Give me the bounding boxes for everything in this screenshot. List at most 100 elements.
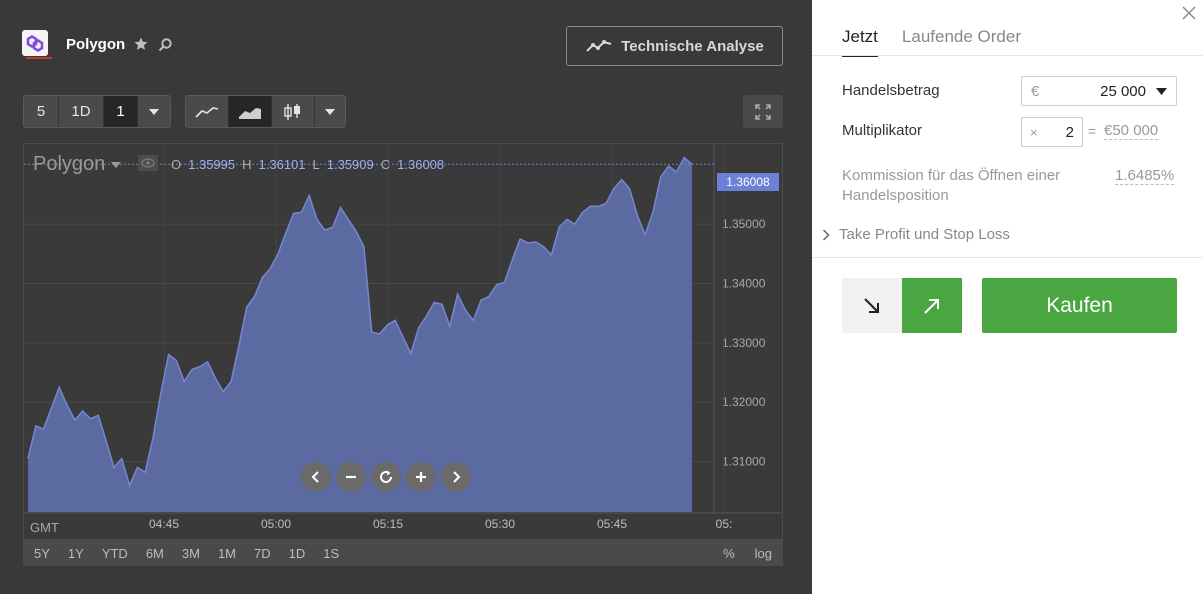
chevron-left-icon bbox=[311, 471, 319, 483]
range-7d-button[interactable]: 7D bbox=[254, 546, 271, 561]
asset-name: Polygon bbox=[66, 36, 126, 53]
amount-value: 25 000 bbox=[1100, 82, 1146, 100]
chevron-right-icon bbox=[822, 228, 830, 241]
technical-analysis-button[interactable]: Technische Analyse bbox=[566, 26, 783, 66]
y-tick-label: 1.32000 bbox=[722, 395, 766, 409]
eye-icon[interactable] bbox=[138, 155, 158, 171]
chart-symbol-selector[interactable]: Polygon bbox=[33, 153, 122, 176]
trade-panel: Jetzt Laufende Order Handelsbetrag € 25 … bbox=[812, 0, 1203, 594]
buy-button[interactable]: Kaufen bbox=[982, 278, 1177, 333]
candlestick-chart-icon bbox=[284, 103, 300, 120]
chevron-right-icon bbox=[453, 471, 461, 483]
ohlc-high-label: H bbox=[242, 157, 252, 172]
interval-1d-button[interactable]: 1D bbox=[59, 96, 104, 127]
line-chart-button[interactable] bbox=[186, 96, 229, 127]
expand-icon bbox=[755, 103, 771, 120]
x-tick-label: 04:45 bbox=[149, 517, 179, 531]
multiplier-input[interactable]: × 2 bbox=[1021, 117, 1083, 147]
section-divider bbox=[812, 257, 1203, 258]
multiplier-equals: = bbox=[1088, 123, 1097, 139]
timezone-label: GMT bbox=[30, 520, 59, 535]
minus-icon bbox=[346, 475, 356, 479]
arrow-up-right-icon bbox=[924, 298, 939, 314]
multiplier-total: €50 000 bbox=[1104, 122, 1159, 140]
fullscreen-button[interactable] bbox=[743, 95, 783, 128]
interval-5-button[interactable]: 5 bbox=[24, 96, 59, 127]
trend-icon bbox=[586, 40, 612, 52]
tab-pending-orders[interactable]: Laufende Order bbox=[902, 27, 1021, 57]
chevron-down-icon bbox=[1156, 87, 1167, 95]
line-chart-icon bbox=[195, 106, 219, 118]
interval-selector: 5 1D 1 bbox=[23, 95, 171, 128]
x-tick-label: 05:00 bbox=[261, 517, 291, 531]
multiplier-prefix: × bbox=[1030, 124, 1038, 140]
price-chart[interactable]: 1.35000 1.34000 1.33000 1.32000 1.31000 04:45… bbox=[23, 143, 783, 540]
ohlc-high-value: 1.36101 bbox=[258, 157, 306, 172]
interval-dropdown-button[interactable] bbox=[138, 96, 170, 127]
ohlc-open-label: O bbox=[171, 157, 182, 172]
chart-panel: Polygon Technische Analyse 5 1D 1 1.3500… bbox=[0, 0, 812, 594]
x-tick-label: 05:45 bbox=[597, 517, 627, 531]
percent-scale-button[interactable]: % bbox=[723, 546, 735, 561]
eye-glyph bbox=[141, 158, 155, 168]
search-icon[interactable] bbox=[157, 37, 173, 53]
current-price-tag: 1.36008 bbox=[717, 173, 779, 191]
refresh-icon bbox=[380, 470, 392, 483]
y-tick-label: 1.31000 bbox=[722, 455, 766, 469]
y-tick-label: 1.35000 bbox=[722, 217, 766, 231]
range-1d-button[interactable]: 1D bbox=[289, 546, 306, 561]
ohlc-close-value: 1.36008 bbox=[397, 157, 445, 172]
range-ytd-button[interactable]: YTD bbox=[102, 546, 128, 561]
range-selector: 5Y 1Y YTD 6M 3M 1M 7D 1D 1S % log bbox=[23, 540, 783, 566]
ohlc-open-value: 1.35995 bbox=[188, 157, 236, 172]
reset-zoom-button[interactable] bbox=[371, 462, 401, 492]
chevron-down-icon bbox=[111, 161, 122, 168]
area-chart-icon bbox=[239, 107, 261, 119]
take-profit-stop-loss-toggle[interactable]: Take Profit und Stop Loss bbox=[822, 226, 1010, 243]
tp-sl-label: Take Profit und Stop Loss bbox=[839, 226, 1010, 243]
close-icon[interactable] bbox=[1182, 6, 1196, 20]
x-tick-label: 05:15 bbox=[373, 517, 403, 531]
y-tick-label: 1.33000 bbox=[722, 336, 766, 350]
star-icon[interactable] bbox=[133, 36, 149, 52]
interval-1-button[interactable]: 1 bbox=[104, 96, 138, 127]
commission-label: Kommission für das Öffnen einer Handelsp… bbox=[842, 167, 1061, 204]
amount-select[interactable]: € 25 000 bbox=[1021, 76, 1177, 106]
range-1m-button[interactable]: 1M bbox=[218, 546, 236, 561]
commission-value: 1.6485% bbox=[1115, 167, 1175, 185]
zoom-controls bbox=[301, 462, 471, 492]
scroll-right-button[interactable] bbox=[441, 462, 471, 492]
trade-tabs: Jetzt Laufende Order bbox=[842, 27, 1021, 57]
area-chart-button[interactable] bbox=[229, 96, 272, 127]
chevron-down-icon bbox=[325, 108, 335, 115]
chevron-down-icon bbox=[149, 108, 159, 115]
zoom-in-button[interactable] bbox=[406, 462, 436, 492]
range-5y-button[interactable]: 5Y bbox=[34, 546, 50, 561]
sell-direction-button[interactable] bbox=[842, 278, 902, 333]
buy-direction-button[interactable] bbox=[902, 278, 962, 333]
amount-label: Handelsbetrag bbox=[842, 82, 940, 99]
range-6m-button[interactable]: 6M bbox=[146, 546, 164, 561]
x-tick-label: 05:30 bbox=[485, 517, 515, 531]
chart-symbol-label: Polygon bbox=[33, 153, 106, 175]
chart-type-dropdown-button[interactable] bbox=[315, 96, 345, 127]
multiplier-label: Multiplikator bbox=[842, 122, 923, 139]
arrow-down-right-icon bbox=[864, 297, 879, 313]
ohlc-low-value: 1.35909 bbox=[326, 157, 374, 172]
range-1y-button[interactable]: 1Y bbox=[68, 546, 84, 561]
x-tick-label: 05: bbox=[716, 517, 733, 531]
ohlc-close-label: C bbox=[380, 157, 391, 172]
tabs-divider bbox=[812, 55, 1203, 56]
log-scale-button[interactable]: log bbox=[755, 546, 772, 561]
range-1s-button[interactable]: 1S bbox=[323, 546, 339, 561]
polygon-logo bbox=[22, 30, 52, 59]
zoom-out-button[interactable] bbox=[336, 462, 366, 492]
plus-icon bbox=[416, 472, 426, 482]
multiplier-value: 2 bbox=[1065, 123, 1074, 141]
y-tick-label: 1.34000 bbox=[722, 276, 766, 290]
range-3m-button[interactable]: 3M bbox=[182, 546, 200, 561]
tab-now[interactable]: Jetzt bbox=[842, 27, 878, 57]
candlestick-chart-button[interactable] bbox=[272, 96, 315, 127]
scroll-left-button[interactable] bbox=[301, 462, 331, 492]
series-area bbox=[28, 157, 692, 512]
